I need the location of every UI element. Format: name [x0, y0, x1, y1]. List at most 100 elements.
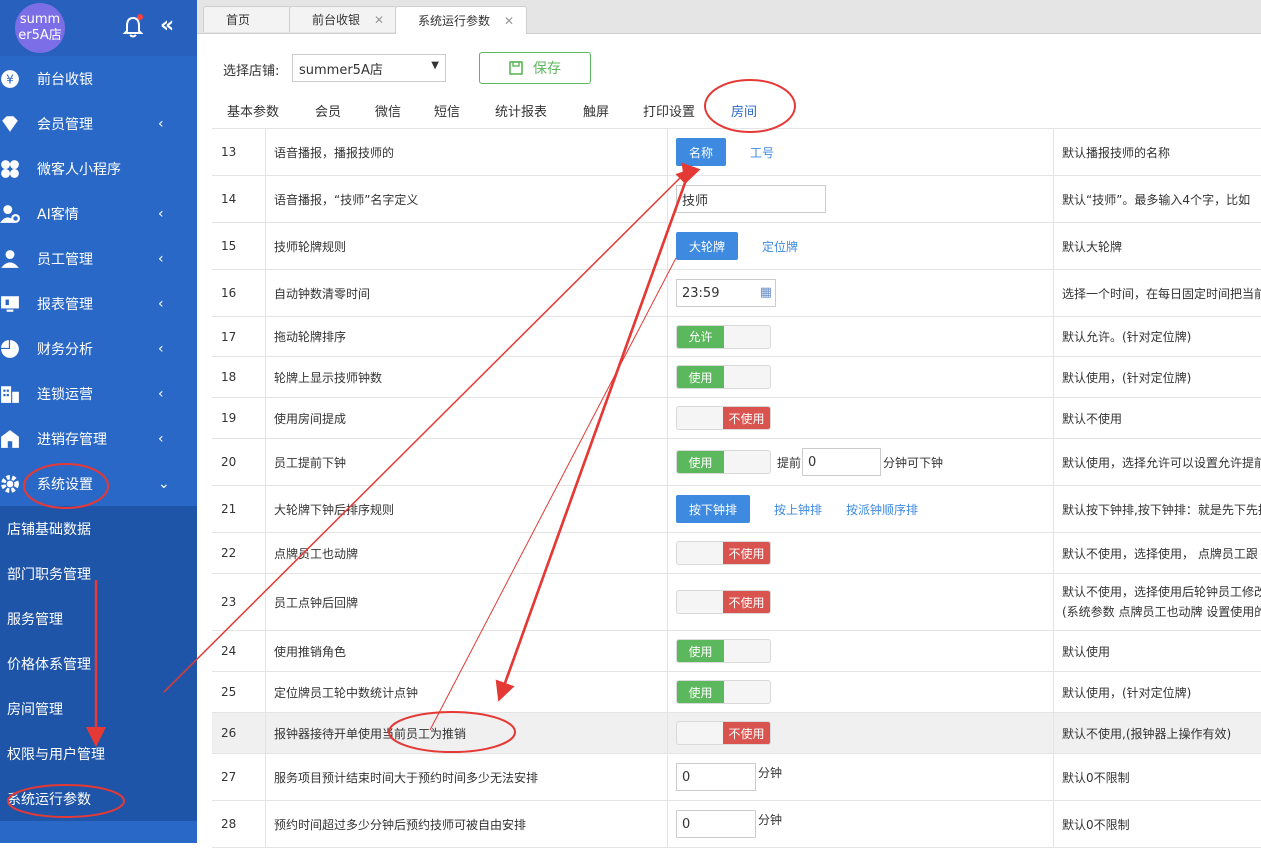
submenu-item-label: 服务管理 — [7, 611, 63, 628]
setting-description: 默认使用，(针对定位牌) — [1062, 370, 1192, 385]
toggle-off-label: 不使用 — [723, 407, 770, 429]
value-input[interactable]: 23:59 ▦ — [676, 279, 776, 307]
table-row: 16 自动钟数清零时间 23:59 ▦ 选择一个时间，在每日固定时间把当前 — [212, 270, 1261, 317]
chevron-left-icon: ‹ — [158, 340, 164, 357]
sidebar-item-5[interactable]: 报表管理 ‹ — [0, 281, 197, 326]
sidebar-item-4[interactable]: 员工管理 ‹ — [0, 236, 197, 281]
save-button[interactable]: 保存 — [479, 52, 591, 84]
option-link[interactable]: 定位牌 — [762, 238, 798, 255]
sidebar-item-0[interactable]: ¥ 前台收银 — [0, 56, 197, 101]
subtab-3[interactable]: 短信 — [434, 101, 460, 120]
toggle-switch[interactable]: 使用 — [676, 639, 771, 663]
unit-text: 分钟 — [758, 766, 783, 780]
setting-name: 轮牌上显示技师钟数 — [266, 357, 668, 397]
collapse-sidebar-icon[interactable]: « — [160, 14, 174, 38]
setting-name: 语音播报，“技师”名字定义 — [266, 176, 668, 222]
sidebar-item-7[interactable]: 连锁运营 ‹ — [0, 371, 197, 416]
setting-name: 使用推销角色 — [266, 631, 668, 671]
subtab-7[interactable]: 房间 — [731, 101, 757, 120]
submenu-item-4[interactable]: 房间管理 — [0, 686, 197, 731]
toggle-switch[interactable]: 使用 — [676, 365, 771, 389]
sidebar-item-9[interactable]: 系统设置 ⌄ — [0, 461, 197, 506]
row-number: 26 — [212, 713, 266, 753]
toggle-switch[interactable]: 使用 — [676, 680, 771, 704]
setting-description: 默认0不限制 — [1062, 770, 1130, 785]
value-input[interactable]: 0 — [676, 810, 756, 838]
option-button-selected[interactable]: 按下钟排 — [676, 495, 751, 523]
sidebar-item-2[interactable]: 微客人小程序 — [0, 146, 197, 191]
setting-name: 技师轮牌规则 — [266, 223, 668, 269]
option-link[interactable]: 按上钟排 — [774, 501, 822, 518]
row-number: 27 — [212, 754, 266, 800]
setting-control: 0 分钟 — [668, 801, 1054, 847]
row-number: 25 — [212, 672, 266, 712]
close-icon[interactable]: ✕ — [504, 14, 514, 28]
sidebar-item-8[interactable]: 进销存管理 ‹ — [0, 416, 197, 461]
value-input[interactable]: 技师 — [676, 185, 826, 213]
value-input[interactable]: 0 — [676, 763, 756, 791]
tab-system-params[interactable]: 系统运行参数 ✕ — [395, 6, 527, 34]
option-link[interactable]: 按派钟顺序排 — [846, 501, 918, 518]
system-settings-submenu: 店铺基础数据 部门职务管理服务管理价格体系管理房间管理 权限与用户管理系统运行参数 — [0, 506, 197, 821]
store-select-label: 选择店铺: — [223, 64, 280, 79]
option-button-selected[interactable]: 名称 — [676, 138, 727, 166]
toggle-switch[interactable]: 不使用 — [676, 590, 771, 614]
submenu-item-1[interactable]: 部门职务管理 — [0, 551, 197, 596]
row-number: 15 — [212, 223, 266, 269]
tab-cashier[interactable]: 前台收银 ✕ — [289, 6, 397, 32]
setting-description: 默认按下钟排,按下钟排：就是先下先排 — [1062, 502, 1261, 517]
avatar[interactable]: summer5A店 — [15, 3, 65, 53]
submenu-item-5[interactable]: 权限与用户管理 — [0, 731, 197, 776]
setting-description: 默认使用，选择允许可以设置允许提前 — [1062, 455, 1261, 470]
setting-description: 默认使用 — [1062, 644, 1111, 659]
setting-name: 使用房间提成 — [266, 398, 668, 438]
store-select[interactable]: summer5A店 ▼ — [292, 54, 446, 82]
row-number: 21 — [212, 486, 266, 532]
setting-control: 使用 提前 0 分钟可下钟 — [668, 439, 1054, 485]
subtab-1[interactable]: 会员 — [315, 101, 341, 120]
setting-name: 拖动轮牌排序 — [266, 317, 668, 356]
sidebar-item-label: 微客人小程序 — [37, 161, 121, 178]
row-number: 28 — [212, 801, 266, 847]
tab-home[interactable]: 首页 — [203, 6, 291, 32]
submenu-item-3[interactable]: 价格体系管理 — [0, 641, 197, 686]
submenu-item-label: 价格体系管理 — [7, 656, 91, 673]
subtab-5[interactable]: 触屏 — [583, 101, 609, 120]
subtab-6[interactable]: 打印设置 — [643, 101, 695, 120]
toggle-off-label: 不使用 — [723, 591, 770, 613]
subtab-0[interactable]: 基本参数 — [227, 101, 279, 120]
setting-control: 允许 — [668, 317, 1054, 356]
page-tabs: 首页 前台收银 ✕ 系统运行参数 ✕ — [197, 0, 1261, 34]
table-row: 19 使用房间提成 不使用 默认不使用 — [212, 398, 1261, 439]
submenu-item-label: 系统运行参数 — [7, 791, 91, 808]
submenu-item-6[interactable]: 系统运行参数 — [0, 776, 197, 821]
option-button-selected[interactable]: 大轮牌 — [676, 232, 739, 260]
close-icon[interactable]: ✕ — [374, 13, 384, 27]
sidebar-item-3[interactable]: AI客情 ‹ — [0, 191, 197, 236]
setting-control: 不使用 — [668, 398, 1054, 438]
setting-name: 员工点钟后回牌 — [266, 574, 668, 630]
minutes-input[interactable]: 0 — [802, 448, 882, 476]
toggle-switch[interactable]: 不使用 — [676, 406, 771, 430]
sidebar-item-1[interactable]: 会员管理 ‹ — [0, 101, 197, 146]
sidebar-item-label: 报表管理 — [37, 296, 93, 313]
calendar-icon[interactable]: ▦ — [760, 285, 772, 300]
option-link[interactable]: 工号 — [750, 144, 774, 161]
toggle-switch[interactable]: 使用 — [676, 450, 771, 474]
row-number: 17 — [212, 317, 266, 356]
subtab-4[interactable]: 统计报表 — [495, 101, 547, 120]
setting-name: 定位牌员工轮中数统计点钟 — [266, 672, 668, 712]
table-row: 20 员工提前下钟 使用 提前 0 分钟可下钟 默认使用，选择允许可以设置允许提前 — [212, 439, 1261, 486]
description-line: 默认不使用，选择使用后轮钟员工修改 — [1062, 585, 1261, 599]
subtab-2[interactable]: 微信 — [375, 101, 401, 120]
setting-description: 默认不使用，选择使用后轮钟员工修改 (系统参数 点牌员工也动牌 设置使用的 — [1054, 574, 1261, 630]
setting-name: 服务项目预计结束时间大于预约时间多少无法安排 — [266, 754, 668, 800]
submenu-item-0[interactable]: 店铺基础数据 — [0, 506, 197, 551]
setting-control: 按下钟排 按上钟排 按派钟顺序排 — [668, 486, 1054, 532]
toggle-switch[interactable]: 允许 — [676, 324, 771, 349]
setting-name: 报钟器接待开单使用当前员工为推销 — [266, 713, 668, 753]
sidebar-item-6[interactable]: 财务分析 ‹ — [0, 326, 197, 371]
toggle-switch[interactable]: 不使用 — [676, 721, 771, 745]
submenu-item-2[interactable]: 服务管理 — [0, 596, 197, 641]
toggle-switch[interactable]: 不使用 — [676, 541, 771, 565]
